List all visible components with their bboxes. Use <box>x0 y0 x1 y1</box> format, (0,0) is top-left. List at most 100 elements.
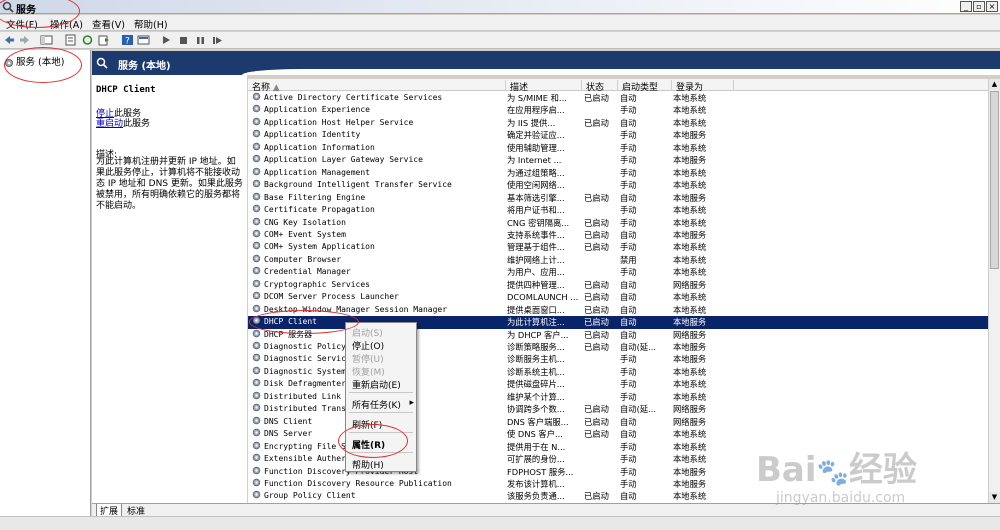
menu-item-refresh[interactable]: 刷新(F) <box>352 418 382 431</box>
tree-item-label: 服务 (本地) <box>16 57 65 68</box>
service-status: 已启动 <box>584 242 609 253</box>
service-startup-type: 手动 <box>620 366 637 377</box>
table-row[interactable]: Application Identity 确定并验证应... 手动 本地服务 <box>248 129 988 141</box>
table-row[interactable]: Cryptographic Services 提供四种管理... 已启动 自动 网络服务 <box>248 279 988 291</box>
export-icon[interactable] <box>97 34 110 46</box>
menu-item-resume: 恢复(M) <box>352 368 385 378</box>
service-name-cell: Certificate Propagation <box>252 204 506 216</box>
scroll-down-icon[interactable]: ▼ <box>989 492 1000 503</box>
console-tree: 服务 (本地) <box>0 50 91 516</box>
service-name: Encrypting File S <box>264 441 346 451</box>
service-description: 支持系统事件... <box>507 229 565 240</box>
table-row[interactable]: Active Directory Certificate Services 为 S… <box>248 92 988 104</box>
table-row[interactable]: CNG Key Isolation CNG 密钥隔离... 已启动 手动 本地系统 <box>248 217 988 229</box>
gear-icon <box>252 491 261 499</box>
service-description: 提供桌面窗口... <box>507 304 565 315</box>
service-logon-as: 本地服务 <box>673 130 707 141</box>
menu-help[interactable]: 帮助(H) <box>134 17 168 31</box>
service-logon-as: 本地系统 <box>673 267 707 278</box>
pause-service-icon[interactable] <box>194 34 207 46</box>
service-status: 已启动 <box>584 429 609 440</box>
service-name-cell: COM+ System Application <box>252 241 506 253</box>
tree-item-services-local[interactable]: 服务 (本地) <box>4 54 64 68</box>
service-logon-as: 本地服务 <box>673 192 707 203</box>
view-icon[interactable] <box>137 34 150 46</box>
service-description: 为此计算机注... <box>507 317 565 328</box>
close-button[interactable]: × <box>986 1 998 12</box>
main-header-title: 服务 (本地) <box>118 61 171 72</box>
service-name: DNS Server <box>264 429 313 439</box>
table-row[interactable]: Application Management 为通过组策略... 手动 本地系统 <box>248 167 988 179</box>
table-row[interactable]: Credential Manager 为用户、应用... 手动 本地系统 <box>248 266 988 278</box>
service-logon-as: 本地服务 <box>673 155 707 166</box>
service-logon-as: 本地服务 <box>673 229 707 240</box>
column-header-description[interactable]: 描述 <box>506 80 582 93</box>
service-description: 协调跨多个数... <box>507 404 565 415</box>
menu-item-stop[interactable]: 停止(O) <box>352 339 384 352</box>
forward-icon[interactable] <box>18 34 31 46</box>
menu-view[interactable]: 查看(V) <box>92 17 125 31</box>
table-row[interactable]: Certificate Propagation 将用户证书和... 手动 本地系统 <box>248 204 988 216</box>
table-row[interactable]: Application Information 使用辅助管理... 手动 本地系统 <box>248 142 988 154</box>
table-row[interactable]: COM+ System Application 管理基于组件... 已启动 手动 本地系… <box>248 241 988 253</box>
service-status: 已启动 <box>584 342 609 352</box>
submenu-arrow-icon: ▸ <box>409 398 414 408</box>
service-logon-as: 本地系统 <box>673 391 707 402</box>
gear-icon <box>252 279 261 288</box>
gear-icon <box>252 254 261 263</box>
table-row[interactable]: Application Host Helper Service 为 IIS 提供.… <box>248 117 988 129</box>
back-icon[interactable] <box>3 34 16 46</box>
service-name: CNG Key Isolation <box>264 217 346 227</box>
column-header-name[interactable]: 名称 ▲ <box>248 80 506 93</box>
service-startup-type: 自动 <box>620 304 637 315</box>
service-logon-as: 本地系统 <box>673 93 707 103</box>
service-startup-type: 禁用 <box>620 254 637 265</box>
maximize-button[interactable]: ▫ <box>973 1 985 12</box>
column-header-startup-type[interactable]: 启动类型 <box>618 80 672 93</box>
menu-file[interactable]: 文件(F) <box>6 17 38 31</box>
service-startup-type: 手动 <box>620 267 637 278</box>
service-name-cell: Background Intelligent Transfer Service <box>252 179 506 191</box>
menu-item-help[interactable]: 帮助(H) <box>352 458 384 471</box>
table-row[interactable]: COM+ Event System 支持系统事件... 已启动 自动 本地服务 <box>248 229 988 241</box>
refresh-icon[interactable] <box>81 34 94 46</box>
service-logon-as: 本地系统 <box>673 217 707 228</box>
stop-service-icon[interactable] <box>177 34 190 46</box>
menu-item-all-tasks[interactable]: 所有任务(K) ▸ <box>352 398 414 411</box>
gear-icon <box>252 92 261 101</box>
gear-icon <box>252 154 261 163</box>
service-startup-type: 手动 <box>620 242 637 253</box>
menu-action[interactable]: 操作(A) <box>50 17 83 31</box>
table-row[interactable]: Application Experience 在应用程序启... 手动 本地系统 <box>248 104 988 116</box>
table-row[interactable]: Background Intelligent Transfer Service 使… <box>248 179 988 191</box>
scroll-thumb[interactable] <box>990 91 999 269</box>
service-name: COM+ System Application <box>264 242 375 252</box>
console-tree-icon[interactable] <box>40 34 53 46</box>
service-description: 使用空闲网络... <box>507 180 565 191</box>
restart-service-link[interactable]: 重启动 <box>96 119 123 129</box>
start-service-icon[interactable] <box>160 34 173 46</box>
toolbar: ? <box>0 32 1000 49</box>
minimize-button[interactable]: _ <box>960 1 972 12</box>
table-row[interactable]: Computer Browser 维护网络上计... 禁用 本地系统 <box>248 254 988 266</box>
service-status: 已启动 <box>584 329 609 340</box>
help-icon[interactable]: ? <box>121 34 134 46</box>
service-status: 已启动 <box>584 304 609 315</box>
table-row[interactable]: Desktop Window Manager Session Manager 提供… <box>248 304 988 316</box>
vertical-scrollbar[interactable]: ▲ ▼ <box>988 79 1000 503</box>
service-logon-as: 本地系统 <box>673 205 707 216</box>
table-row[interactable]: DCOM Server Process Launcher DCOMLAUNCH .… <box>248 291 988 303</box>
column-header-status[interactable]: 状态 <box>582 80 618 93</box>
menu-item-properties[interactable]: 属性(R) <box>352 438 385 451</box>
service-name: Base Filtering Engine <box>264 192 366 202</box>
service-description: 发布该计算机... <box>507 478 565 489</box>
service-description: 在应用程序启... <box>507 105 565 116</box>
scroll-up-icon[interactable]: ▲ <box>989 79 1000 90</box>
menu-item-restart[interactable]: 重新启动(E) <box>352 378 401 391</box>
table-row[interactable]: Base Filtering Engine 基本筛选引擎... 已启动 自动 本地服务 <box>248 192 988 204</box>
restart-service-icon[interactable] <box>211 34 224 46</box>
service-status: 已启动 <box>584 93 609 103</box>
table-row[interactable]: Application Layer Gateway Service 为 Inter… <box>248 154 988 166</box>
column-header-logon-as[interactable]: 登录为 <box>672 80 734 93</box>
properties-icon[interactable] <box>64 34 77 46</box>
